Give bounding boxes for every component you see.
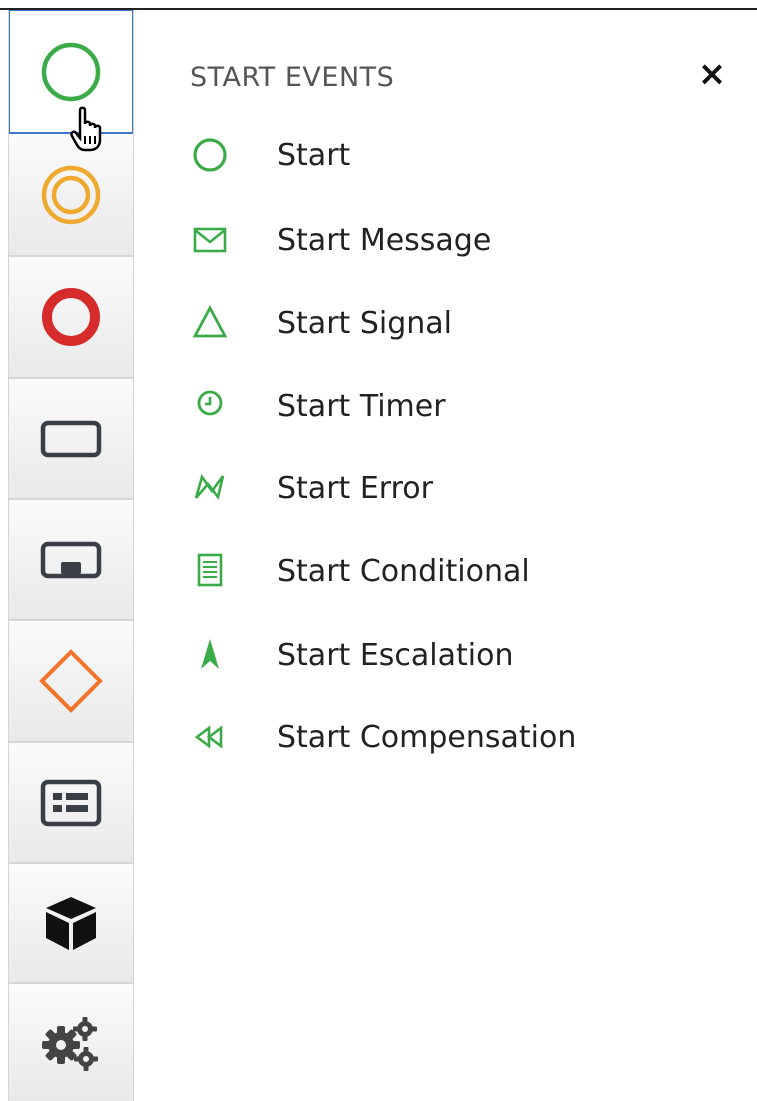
error-icon — [190, 468, 230, 508]
cube-icon — [41, 893, 101, 953]
circle-outline-icon — [39, 40, 103, 104]
conditional-icon — [190, 551, 230, 591]
close-button[interactable]: × — [694, 54, 730, 94]
item-label: Start Error — [277, 470, 433, 506]
form-icon — [39, 778, 103, 828]
list-item-start-message[interactable]: Start Message — [190, 212, 710, 268]
gears-icon — [39, 1011, 103, 1075]
timer-icon — [190, 386, 230, 426]
subprocess-icon — [39, 538, 103, 582]
tasks-tool[interactable] — [9, 379, 133, 500]
item-label: Start Timer — [277, 388, 446, 424]
end-events-tool[interactable] — [9, 257, 133, 379]
diamond-icon — [37, 647, 105, 715]
subprocess-tool[interactable] — [9, 500, 133, 621]
start-icon — [190, 135, 230, 175]
rectangle-icon — [39, 417, 103, 461]
gateways-tool[interactable] — [9, 621, 133, 743]
thick-circle-icon — [39, 285, 103, 349]
palette-window: START EVENTS × Start Start Message Start… — [0, 0, 757, 1101]
escalation-icon — [190, 635, 230, 675]
item-label: Start — [277, 137, 351, 173]
item-label: Start Message — [277, 222, 492, 258]
item-label: Start Compensation — [277, 719, 577, 755]
list-item-start-compensation[interactable]: Start Compensation — [190, 709, 710, 765]
message-icon — [190, 220, 230, 260]
close-icon: × — [697, 54, 727, 94]
containers-tool[interactable] — [9, 743, 133, 864]
artifacts-tool[interactable] — [9, 864, 133, 984]
list-item-start-timer[interactable]: Start Timer — [190, 378, 710, 434]
list-item-start-conditional[interactable]: Start Conditional — [190, 543, 710, 599]
palette-toolbar — [8, 10, 135, 1101]
item-label: Start Signal — [277, 305, 452, 341]
list-item-start-escalation[interactable]: Start Escalation — [190, 627, 710, 683]
signal-icon — [190, 303, 230, 343]
list-item-start-signal[interactable]: Start Signal — [190, 295, 710, 351]
list-item-start-error[interactable]: Start Error — [190, 460, 710, 516]
item-label: Start Escalation — [277, 637, 514, 673]
custom-tasks-tool[interactable] — [9, 984, 133, 1101]
item-label: Start Conditional — [277, 553, 530, 589]
double-circle-icon — [39, 163, 103, 227]
compensation-icon — [190, 717, 230, 757]
start-events-panel: START EVENTS × Start Start Message Start… — [134, 10, 757, 1101]
hand-cursor-icon — [68, 106, 112, 158]
list-item-start[interactable]: Start — [190, 127, 710, 183]
panel-title: START EVENTS — [190, 62, 395, 93]
